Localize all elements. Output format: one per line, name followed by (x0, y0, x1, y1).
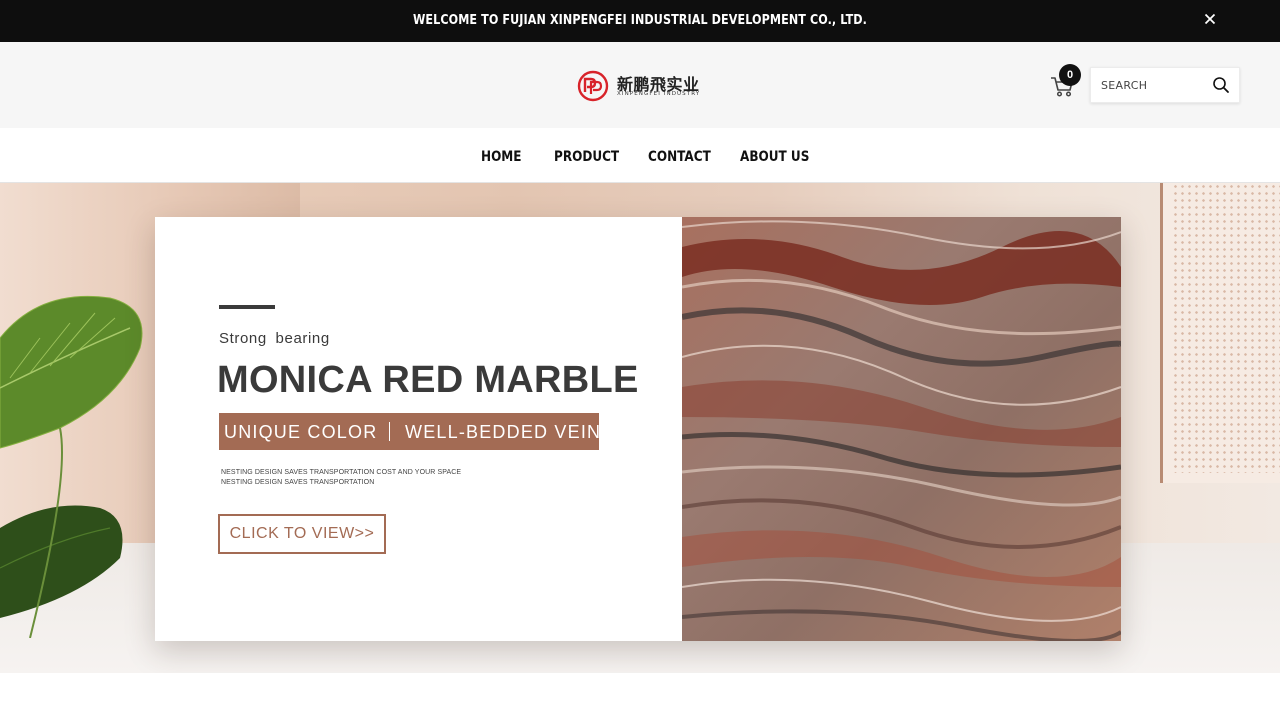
plant-leaf-image (0, 295, 143, 638)
cart-count-badge: 0 (1059, 64, 1081, 86)
feature-well-bedded-vein: WELL-BEDDED VEIN (405, 422, 602, 442)
hero-feature-band: UNIQUE COLOR WELL-BEDDED VEIN (219, 413, 602, 450)
hero-note-line-2: NESTING DESIGN SAVES TRANSPORTATION (221, 479, 375, 486)
nav-item-product[interactable]: PRODUCT (554, 128, 619, 183)
site-logo[interactable]: 新鹏飛实业 XINPENGFEI INDUSTRY (577, 70, 703, 102)
search-box (1090, 67, 1240, 103)
close-icon[interactable] (1200, 9, 1220, 29)
site-header: 新鹏飛实业 XINPENGFEI INDUSTRY 0 (0, 42, 1280, 128)
hero-title: MONICA RED MARBLE (217, 359, 639, 401)
hero-subtitle: Strong bearing (219, 330, 330, 347)
hero-card: Strong bearing MONICA RED MARBLE UNIQUE … (155, 217, 1121, 641)
main-nav: HOME PRODUCT CONTACT ABOUT US (0, 128, 1280, 183)
nav-item-home[interactable]: HOME (481, 128, 522, 183)
click-to-view-button[interactable]: CLICK TO VIEW>> (218, 514, 386, 554)
hero-note-line-1: NESTING DESIGN SAVES TRANSPORTATION COST… (221, 469, 462, 476)
search-input[interactable] (1101, 68, 1207, 102)
announcement-bar: WELCOME TO FUJIAN XINPENGFEI INDUSTRIAL … (0, 0, 1280, 42)
nav-item-about-us[interactable]: ABOUT US (740, 128, 809, 183)
hero-divider (219, 305, 275, 309)
announcement-text: WELCOME TO FUJIAN XINPENGFEI INDUSTRIAL … (412, 13, 868, 28)
feature-separator (389, 422, 390, 441)
logo-mark-icon (577, 70, 609, 102)
marble-slab-image (682, 217, 1121, 641)
search-icon[interactable] (1212, 76, 1230, 94)
hero-banner[interactable]: Strong bearing MONICA RED MARBLE UNIQUE … (0, 183, 1280, 673)
logo-english-text: XINPENGFEI INDUSTRY (617, 91, 701, 97)
nav-item-contact[interactable]: CONTACT (648, 128, 711, 183)
hero-decor-pattern (1172, 183, 1280, 473)
feature-unique-color: UNIQUE COLOR (224, 422, 378, 442)
